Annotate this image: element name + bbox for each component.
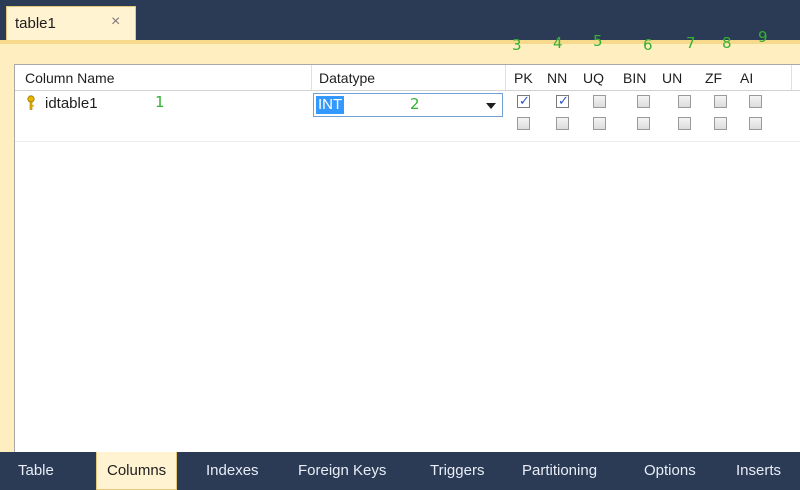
document-tab-label: table1 <box>15 15 56 32</box>
ai-checkbox[interactable] <box>749 117 762 130</box>
header-column-name[interactable]: Column Name <box>25 70 114 86</box>
header-un[interactable]: UN <box>662 70 682 86</box>
nn-checkbox[interactable]: ✓ <box>556 93 569 108</box>
tab-partitioning[interactable]: Partitioning <box>522 462 597 479</box>
annotation-8: 8 <box>722 34 732 52</box>
datatype-dropdown[interactable]: INT 2 <box>313 93 503 117</box>
header-separator <box>311 65 312 90</box>
pk-checkbox[interactable]: ✓ <box>517 93 530 108</box>
chevron-down-icon[interactable] <box>486 103 496 109</box>
editor-tab-bar: Table Columns Indexes Foreign Keys Trigg… <box>0 452 800 490</box>
header-datatype[interactable]: Datatype <box>319 70 375 86</box>
header-ai[interactable]: AI <box>740 70 753 86</box>
tab-options[interactable]: Options <box>644 462 696 479</box>
nn-checkbox[interactable] <box>556 117 569 130</box>
columns-grid: Column Name Datatype PK NN UQ BIN UN ZF … <box>14 64 800 454</box>
tab-triggers[interactable]: Triggers <box>430 462 484 479</box>
annotation-7: 7 <box>686 34 696 52</box>
header-bin[interactable]: BIN <box>623 70 646 86</box>
datatype-value[interactable]: INT <box>316 96 345 114</box>
header-separator <box>505 65 506 90</box>
columns-editor-panel: 3 4 5 6 7 8 9 Column Name Datatype PK NN… <box>0 28 800 460</box>
annotation-2: 2 <box>410 95 420 113</box>
header-nn[interactable]: NN <box>547 70 567 86</box>
table-row[interactable] <box>15 115 800 142</box>
bin-checkbox[interactable] <box>637 117 650 130</box>
annotation-5: 5 <box>593 32 603 50</box>
primary-key-icon <box>27 95 35 110</box>
uq-checkbox[interactable] <box>593 117 606 130</box>
document-tab-strip: table1 × <box>0 0 800 44</box>
check-icon: ✓ <box>558 93 569 108</box>
header-pk[interactable]: PK <box>514 70 533 86</box>
annotation-9: 9 <box>758 28 768 46</box>
ai-checkbox[interactable] <box>749 95 762 108</box>
close-icon[interactable]: × <box>111 13 120 31</box>
annotation-6: 6 <box>643 36 653 54</box>
annotation-1: 1 <box>155 93 165 111</box>
un-checkbox[interactable] <box>678 95 691 108</box>
zf-checkbox[interactable] <box>714 117 727 130</box>
tab-foreign-keys[interactable]: Foreign Keys <box>298 462 386 479</box>
column-name-cell[interactable]: idtable1 <box>45 95 98 112</box>
check-icon: ✓ <box>519 93 530 108</box>
bin-checkbox[interactable] <box>637 95 650 108</box>
tab-inserts[interactable]: Inserts <box>736 462 781 479</box>
uq-checkbox[interactable] <box>593 95 606 108</box>
tab-table[interactable]: Table <box>18 462 54 479</box>
grid-header: Column Name Datatype PK NN UQ BIN UN ZF … <box>15 65 800 91</box>
header-zf[interactable]: ZF <box>705 70 722 86</box>
pk-checkbox[interactable] <box>517 117 530 130</box>
document-tab-table1[interactable]: table1 × <box>6 6 136 44</box>
annotation-4: 4 <box>553 34 563 52</box>
header-uq[interactable]: UQ <box>583 70 604 86</box>
header-separator <box>791 65 792 90</box>
zf-checkbox[interactable] <box>714 95 727 108</box>
annotation-3: 3 <box>512 36 522 54</box>
tab-indexes[interactable]: Indexes <box>206 462 259 479</box>
table-row[interactable]: idtable1 1 INT 2 ✓ ✓ <box>15 91 800 117</box>
tab-columns[interactable]: Columns <box>96 452 178 490</box>
un-checkbox[interactable] <box>678 117 691 130</box>
